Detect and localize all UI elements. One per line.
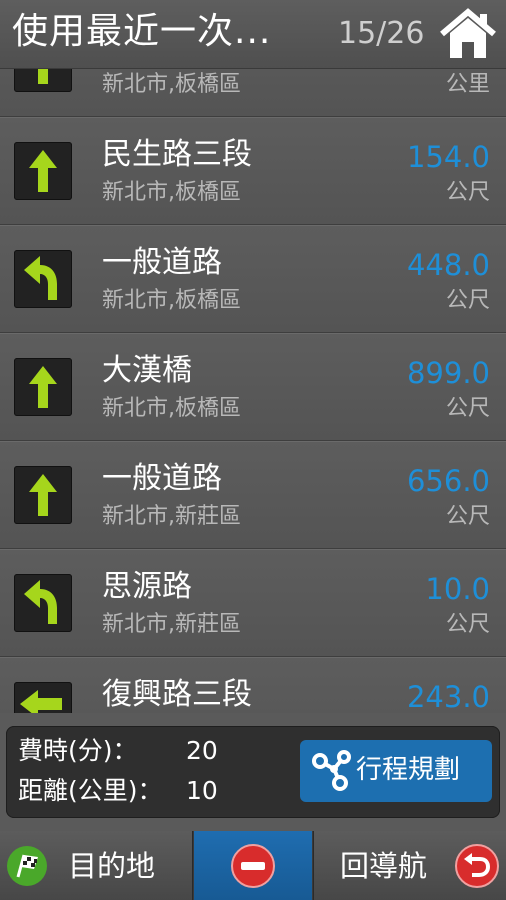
step-distance: 448.0 xyxy=(406,248,490,282)
title-bar: 使用最近一次... 15/26 xyxy=(0,0,506,69)
trip-plan-button[interactable]: 行程規劃 xyxy=(300,740,492,802)
distance-unit: 公尺 xyxy=(445,504,490,529)
city-district: 新北市,新莊區 xyxy=(102,612,241,637)
route-step-list[interactable]: 新北市,板橋區 公里 民生路三段 新北市,板橋區 154.0 公尺 一般道路 新… xyxy=(0,69,506,713)
road-name: 民生路三段 xyxy=(102,137,252,172)
road-name: 一般道路 xyxy=(102,245,222,280)
step-distance: 243.0 xyxy=(406,680,490,713)
bottom-action-bar: 目的地 回導航 xyxy=(0,831,506,900)
city-district: 新北市,板橋區 xyxy=(102,396,241,421)
back-to-navigation-label: 回導航 xyxy=(340,849,428,883)
time-label: 費時(分)： xyxy=(18,736,138,765)
route-step-row[interactable]: 大漢橋 新北市,板橋區 899.0 公尺 xyxy=(0,333,506,441)
trip-summary-panel: 費時(分)： 20 距離(公里)： 10 行程規劃 xyxy=(6,726,500,818)
stop-minus-icon xyxy=(231,844,275,888)
city-district: 新北市,板橋區 xyxy=(102,288,241,313)
city-district: 新北市,板橋區 xyxy=(102,180,241,205)
turn-left-arrow-icon xyxy=(14,574,72,632)
distance-unit: 公里 xyxy=(445,72,490,97)
straight-arrow-icon xyxy=(14,69,72,92)
back-to-navigation-button[interactable]: 回導航 xyxy=(313,831,506,900)
road-name: 思源路 xyxy=(102,569,192,604)
step-counter: 15/26 xyxy=(338,16,425,51)
distance-unit: 公尺 xyxy=(445,612,490,637)
route-step-row[interactable]: 民生路三段 新北市,板橋區 154.0 公尺 xyxy=(0,117,506,225)
route-step-row[interactable]: 復興路三段 243.0 xyxy=(0,657,506,713)
page-title: 使用最近一次... xyxy=(12,11,272,52)
route-nodes-icon xyxy=(312,750,351,791)
cancel-route-button[interactable] xyxy=(194,831,312,900)
straight-arrow-icon xyxy=(14,358,72,416)
turn-left-arrow-icon xyxy=(14,250,72,308)
distance-unit: 公尺 xyxy=(445,180,490,205)
time-value: 20 xyxy=(186,736,218,765)
turn-left-arrow-icon xyxy=(14,682,72,713)
distance-value: 10 xyxy=(186,776,218,805)
straight-arrow-icon xyxy=(14,142,72,200)
route-step-row[interactable]: 新北市,板橋區 公里 xyxy=(0,69,506,117)
step-distance: 154.0 xyxy=(406,140,490,174)
distance-unit: 公尺 xyxy=(445,396,490,421)
city-district: 新北市,板橋區 xyxy=(102,72,241,97)
step-distance: 899.0 xyxy=(406,356,490,390)
step-distance: 10.0 xyxy=(425,572,490,606)
route-step-row[interactable]: 一般道路 新北市,新莊區 656.0 公尺 xyxy=(0,441,506,549)
route-step-row[interactable]: 一般道路 新北市,板橋區 448.0 公尺 xyxy=(0,225,506,333)
home-button[interactable] xyxy=(436,6,500,64)
checkered-flag-icon xyxy=(7,846,47,886)
return-arrow-icon xyxy=(455,844,499,888)
straight-arrow-icon xyxy=(14,466,72,524)
city-district: 新北市,新莊區 xyxy=(102,504,241,529)
road-name: 復興路三段 xyxy=(102,677,252,712)
destination-button[interactable]: 目的地 xyxy=(0,831,193,900)
home-icon xyxy=(440,8,496,58)
route-step-row[interactable]: 思源路 新北市,新莊區 10.0 公尺 xyxy=(0,549,506,657)
road-name: 一般道路 xyxy=(102,461,222,496)
trip-plan-label: 行程規劃 xyxy=(356,755,461,785)
step-distance: 656.0 xyxy=(406,464,490,498)
distance-unit: 公尺 xyxy=(445,288,490,313)
road-name: 大漢橋 xyxy=(102,353,192,388)
distance-label: 距離(公里)： xyxy=(18,776,163,805)
destination-label: 目的地 xyxy=(68,849,156,883)
